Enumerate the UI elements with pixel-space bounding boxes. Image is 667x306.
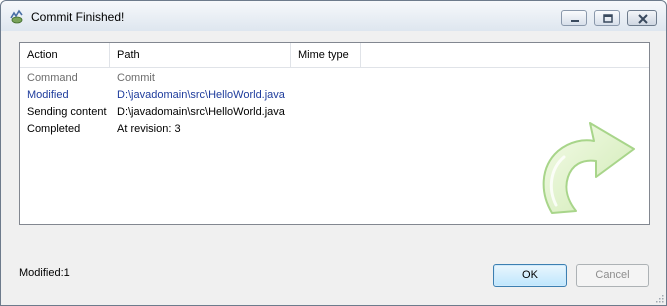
list-row[interactable]: Command Commit bbox=[20, 70, 649, 87]
maximize-icon bbox=[603, 14, 613, 23]
window-title: Commit Finished! bbox=[31, 10, 125, 24]
row-path: D:\javadomain\src\HelloWorld.java bbox=[117, 106, 285, 118]
row-action: Completed bbox=[27, 123, 81, 135]
column-header-path[interactable]: Path bbox=[110, 43, 291, 67]
commit-finished-dialog: Commit Finished! Action Path Mime type C… bbox=[0, 0, 667, 306]
resize-grip-icon[interactable] bbox=[654, 293, 664, 303]
commit-arrow-icon bbox=[542, 122, 635, 214]
maximize-button[interactable] bbox=[594, 10, 620, 26]
column-header-mime-type[interactable]: Mime type bbox=[291, 43, 361, 67]
row-action: Modified bbox=[27, 89, 69, 101]
row-path: D:\javadomain\src\HelloWorld.java bbox=[117, 89, 285, 101]
list-header: Action Path Mime type bbox=[20, 43, 649, 68]
close-icon bbox=[638, 14, 648, 24]
minimize-button[interactable] bbox=[561, 10, 587, 26]
row-path: At revision: 3 bbox=[117, 123, 181, 135]
cancel-button[interactable]: Cancel bbox=[576, 264, 649, 287]
row-action: Command bbox=[27, 72, 78, 84]
title-bar[interactable]: Commit Finished! bbox=[1, 1, 666, 31]
close-button[interactable] bbox=[627, 10, 657, 26]
ok-button[interactable]: OK bbox=[493, 264, 567, 287]
minimize-icon bbox=[571, 20, 579, 22]
tortoise-svn-icon bbox=[9, 9, 25, 25]
status-modified-count: Modified:1 bbox=[19, 267, 70, 279]
commit-results-list[interactable]: Action Path Mime type Command Commit Mod… bbox=[19, 42, 650, 225]
row-action: Sending content bbox=[27, 106, 107, 118]
column-header-action[interactable]: Action bbox=[20, 43, 110, 67]
row-path: Commit bbox=[117, 72, 155, 84]
